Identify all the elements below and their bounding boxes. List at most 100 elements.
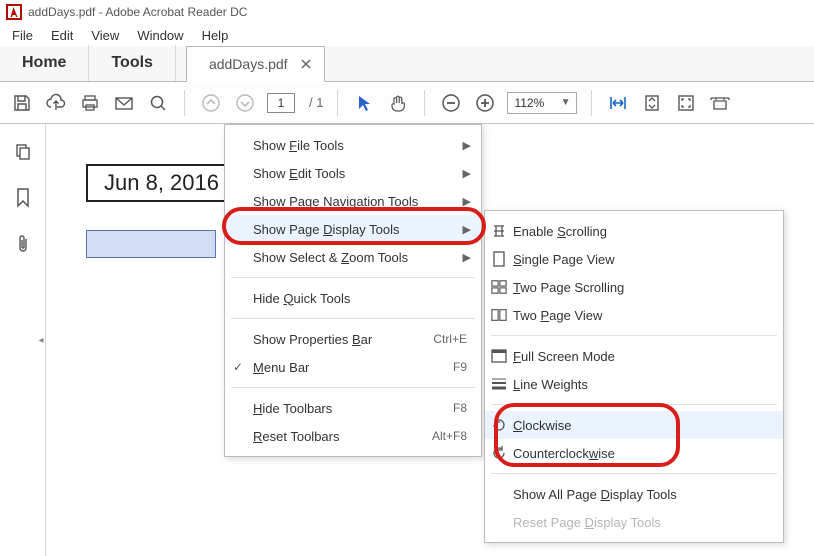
scroll-icon xyxy=(491,223,507,239)
menu-separator xyxy=(231,277,475,278)
selection-tool-icon[interactable] xyxy=(352,91,376,115)
two-page-icon xyxy=(491,307,507,323)
save-icon[interactable] xyxy=(10,91,34,115)
menu-shortcut: F9 xyxy=(423,360,467,374)
bookmark-icon[interactable] xyxy=(11,186,35,210)
sidebar-collapse-icon[interactable]: ◂ xyxy=(36,320,46,360)
zoom-select[interactable]: 112% ▼ xyxy=(507,92,577,114)
menu-window[interactable]: Window xyxy=(129,26,191,45)
submenu-arrow-icon: ▶ xyxy=(463,251,471,264)
submenu-item-label: Counterclockwise xyxy=(513,446,769,461)
fit-width-icon[interactable] xyxy=(606,91,630,115)
rotate-cw-icon xyxy=(491,417,507,433)
submenu-item[interactable]: Line Weights xyxy=(485,370,783,398)
submenu-item-label: Single Page View xyxy=(513,252,769,267)
submenu-item-label: Two Page View xyxy=(513,308,769,323)
mail-icon[interactable] xyxy=(112,91,136,115)
menu-item[interactable]: Show File Tools▶ xyxy=(225,131,481,159)
menu-separator xyxy=(491,335,777,336)
submenu-item-label: Clockwise xyxy=(513,418,769,433)
menu-shortcut: Ctrl+E xyxy=(403,332,467,346)
menu-item[interactable]: Reset Toolbars Alt+F8 xyxy=(225,422,481,450)
read-mode-icon[interactable] xyxy=(708,91,732,115)
menu-shortcut: F8 xyxy=(423,401,467,415)
submenu-item: Reset Page Display Tools xyxy=(485,508,783,536)
menu-separator xyxy=(491,473,777,474)
tab-document[interactable]: addDays.pdf xyxy=(186,46,325,82)
fullscreen-icon xyxy=(491,348,507,364)
submenu-arrow-icon: ▶ xyxy=(463,167,471,180)
menu-item-label: Show Page Display Tools xyxy=(253,222,467,237)
submenu-arrow-icon: ▶ xyxy=(463,223,471,236)
submenu-item[interactable]: Two Page View xyxy=(485,301,783,329)
page-up-icon[interactable] xyxy=(199,91,223,115)
hand-tool-icon[interactable] xyxy=(386,91,410,115)
submenu-item-label: Enable Scrolling xyxy=(513,224,769,239)
page-down-icon[interactable] xyxy=(233,91,257,115)
menu-item[interactable]: Show Properties BarCtrl+E xyxy=(225,325,481,353)
check-icon: ✓ xyxy=(233,360,243,374)
search-icon[interactable] xyxy=(146,91,170,115)
sidebar: ◂ xyxy=(0,124,46,556)
submenu-item[interactable]: Show All Page Display Tools xyxy=(485,480,783,508)
submenu-item[interactable]: Two Page Scrolling xyxy=(485,273,783,301)
tab-document-label: addDays.pdf xyxy=(209,56,288,72)
fit-page-icon[interactable] xyxy=(640,91,664,115)
submenu-item-label: Show All Page Display Tools xyxy=(513,487,769,502)
tab-home-label: Home xyxy=(22,54,66,72)
menu-item-label: Show File Tools xyxy=(253,138,467,153)
cloud-icon[interactable] xyxy=(44,91,68,115)
submenu-item[interactable]: Clockwise xyxy=(485,411,783,439)
submenu-item[interactable]: Single Page View xyxy=(485,245,783,273)
toolbar-context-menu: Show File Tools▶Show Edit Tools▶Show Pag… xyxy=(224,124,482,457)
submenu-arrow-icon: ▶ xyxy=(463,139,471,152)
menu-shortcut: Alt+F8 xyxy=(402,429,467,443)
menu-item[interactable]: Show Page Navigation Tools▶ xyxy=(225,187,481,215)
menu-help[interactable]: Help xyxy=(194,26,237,45)
zoom-in-icon[interactable] xyxy=(473,91,497,115)
submenu-item[interactable]: Counterclockwise xyxy=(485,439,783,467)
toolbar-separator xyxy=(591,90,592,116)
submenu-item-label: Reset Page Display Tools xyxy=(513,515,769,530)
menu-item-label: Show Edit Tools xyxy=(253,166,467,181)
menu-item[interactable]: ✓ Menu Bar F9 xyxy=(225,353,481,381)
toolbar-separator xyxy=(184,90,185,116)
menu-item[interactable]: Show Select & Zoom Tools▶ xyxy=(225,243,481,271)
two-scroll-icon xyxy=(491,279,507,295)
submenu-item[interactable]: Enable Scrolling xyxy=(485,217,783,245)
print-icon[interactable] xyxy=(78,91,102,115)
attachment-icon[interactable] xyxy=(11,232,35,256)
tab-tools[interactable]: Tools xyxy=(89,45,175,81)
page-display-submenu: Enable Scrolling Single Page View Two Page… xyxy=(484,210,784,543)
titlebar: addDays.pdf - Adobe Acrobat Reader DC xyxy=(0,0,814,24)
menu-item[interactable]: Show Page Display Tools▶ xyxy=(225,215,481,243)
fullscreen-toolbar-icon[interactable] xyxy=(674,91,698,115)
document-date-field: Jun 8, 2016 xyxy=(86,164,237,202)
tab-home[interactable]: Home xyxy=(0,45,89,81)
menu-item-label: Reset Toolbars xyxy=(253,429,392,444)
menu-separator xyxy=(231,318,475,319)
page-number-input[interactable] xyxy=(267,93,295,113)
menu-item-label: Show Page Navigation Tools xyxy=(253,194,467,209)
menu-item[interactable]: Show Edit Tools▶ xyxy=(225,159,481,187)
menu-item[interactable]: Hide Quick Tools xyxy=(225,284,481,312)
menu-edit[interactable]: Edit xyxy=(43,26,81,45)
submenu-item-label: Line Weights xyxy=(513,377,769,392)
toolbar: / 1 112% ▼ xyxy=(0,82,814,124)
document-selection-box[interactable] xyxy=(86,230,216,258)
menu-item-label: Hide Quick Tools xyxy=(253,291,467,306)
close-tab-icon[interactable] xyxy=(298,56,314,72)
thumbnails-icon[interactable] xyxy=(11,140,35,164)
line-weights-icon xyxy=(491,376,507,392)
submenu-item[interactable]: Full Screen Mode xyxy=(485,342,783,370)
submenu-item-label: Two Page Scrolling xyxy=(513,280,769,295)
menu-file[interactable]: File xyxy=(4,26,41,45)
menu-item-label: Menu Bar xyxy=(253,360,413,375)
app-icon xyxy=(6,4,22,20)
menu-view[interactable]: View xyxy=(83,26,127,45)
tab-tools-label: Tools xyxy=(111,54,152,72)
window-title: addDays.pdf - Adobe Acrobat Reader DC xyxy=(28,5,247,19)
zoom-out-icon[interactable] xyxy=(439,91,463,115)
menu-item[interactable]: Hide ToolbarsF8 xyxy=(225,394,481,422)
tab-row: Home Tools addDays.pdf xyxy=(0,46,814,82)
